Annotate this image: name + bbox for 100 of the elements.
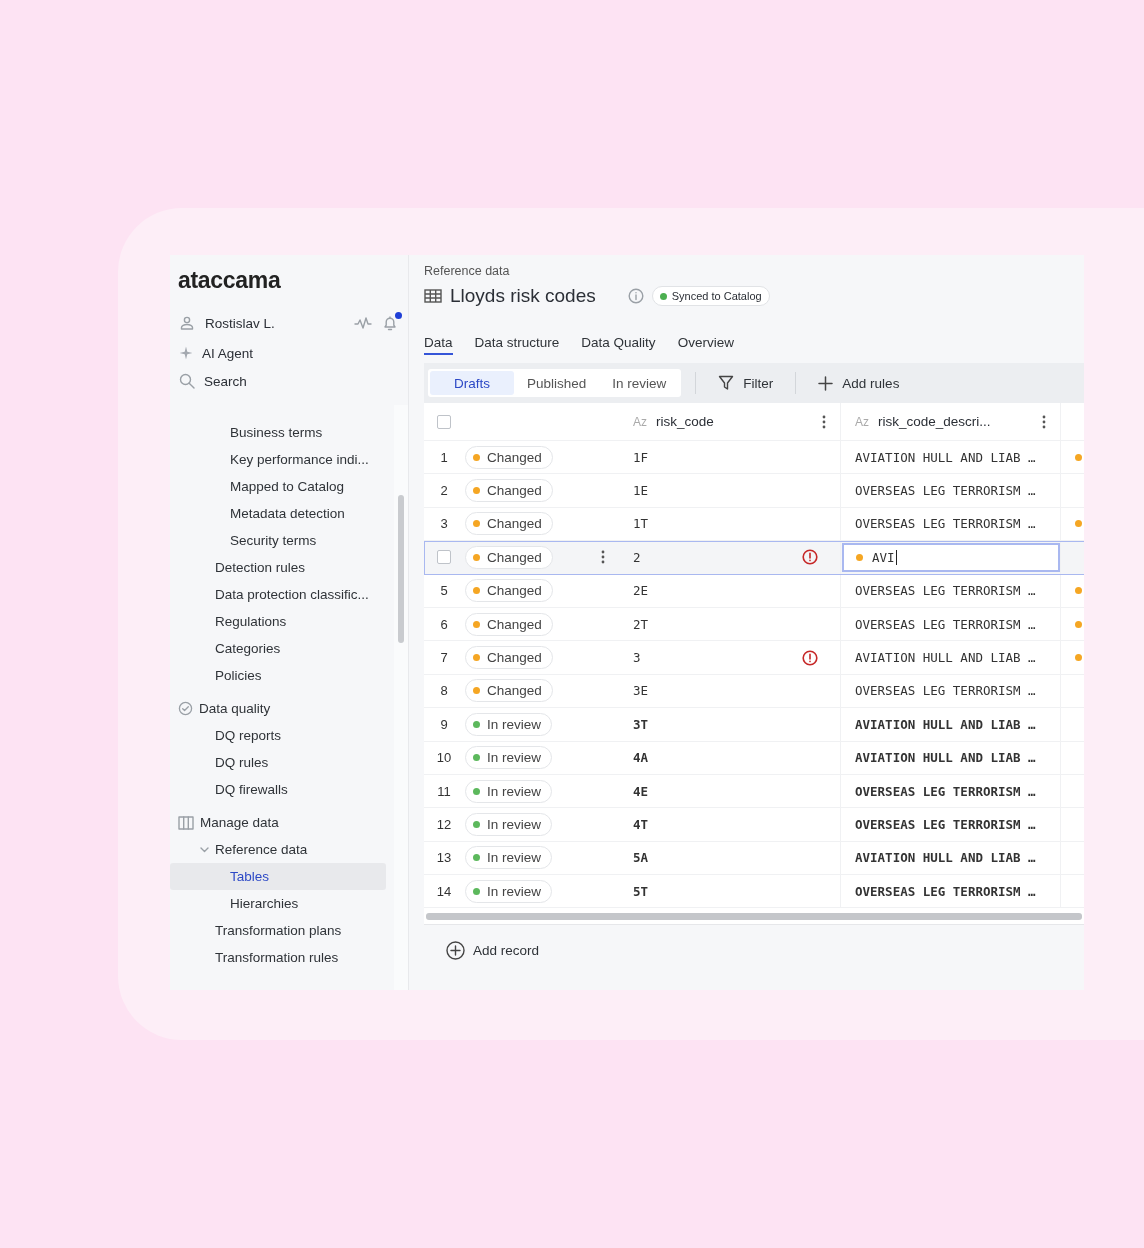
notifications-icon xyxy=(382,314,398,332)
add-record-button[interactable]: Add record xyxy=(446,940,540,960)
row-number: 7 xyxy=(440,650,448,666)
status-tag: Changed xyxy=(465,579,553,603)
table-cell: 1F xyxy=(633,449,649,465)
table-row[interactable]: 5 Changed 2E OVERSEAS LEG TERRORISM … xyxy=(424,574,1084,608)
table-cell: OVERSEAS LEG TERRORISM … xyxy=(855,616,1036,632)
sidebar-item[interactable]: DQ firewalls xyxy=(170,776,386,803)
table-cell: 4A xyxy=(633,750,649,766)
sidebar-item[interactable]: Data protection classific... xyxy=(170,581,386,608)
row-number: 3 xyxy=(440,516,448,532)
status-tag: Changed xyxy=(465,445,553,469)
more-icon xyxy=(1042,414,1046,429)
add-rules-button[interactable]: Add rules xyxy=(810,368,908,398)
row-number: 8 xyxy=(440,683,448,699)
sidebar-item[interactable]: Key performance indi... xyxy=(170,446,386,473)
row-number: 5 xyxy=(440,583,448,599)
nav-item[interactable]: AI Agent xyxy=(170,339,408,367)
user-name[interactable]: Rostislav L. xyxy=(205,315,344,331)
table-cell: 1T xyxy=(633,516,649,532)
scrollbar[interactable] xyxy=(394,405,408,990)
column-header[interactable]: risk_code xyxy=(656,414,822,429)
nav-label: Search xyxy=(204,373,247,389)
row-number: 9 xyxy=(440,716,448,732)
sidebar-item[interactable]: DQ rules xyxy=(170,749,386,776)
status-tag: In review xyxy=(465,879,553,903)
scrollbar-thumb[interactable] xyxy=(398,495,404,643)
status-tag: Changed xyxy=(465,479,553,503)
add-circle-icon xyxy=(446,940,465,960)
table-cell: 3T xyxy=(633,716,649,732)
tab[interactable]: Data Quality xyxy=(581,331,656,355)
table-row[interactable]: 7 Changed 3 AVIATION HULL AND LIAB … xyxy=(424,641,1084,675)
sidebar-item[interactable]: Transformation plans xyxy=(170,917,386,944)
table-cell: 4E xyxy=(633,783,649,799)
table-row[interactable]: 6 Changed 2T OVERSEAS LEG TERRORISM … xyxy=(424,607,1084,642)
table-row[interactable]: 2 Changed 1E OVERSEAS LEG TERRORISM … xyxy=(424,474,1084,508)
row-number: 12 xyxy=(436,817,452,832)
status-tag: In review xyxy=(465,746,553,770)
table-row[interactable]: 8 Changed 3E OVERSEAS LEG TERRORISM … xyxy=(424,674,1084,709)
checkbox[interactable] xyxy=(437,414,451,429)
info-icon xyxy=(627,288,644,304)
check-circle-icon xyxy=(178,701,193,716)
horizontal-scrollbar[interactable] xyxy=(426,912,1082,920)
segment-button[interactable]: In review xyxy=(599,371,680,395)
sidebar-item[interactable]: Tables xyxy=(170,863,386,890)
nav-item[interactable]: Search xyxy=(170,367,408,395)
table-cell: 1E xyxy=(633,483,649,499)
sidebar-item[interactable]: Reference data xyxy=(170,836,386,863)
table-row[interactable]: 1 Changed 1F AVIATION HULL AND LIAB … xyxy=(424,441,1084,475)
sidebar-item[interactable]: Policies xyxy=(170,662,386,689)
sidebar-item[interactable]: Mapped to Catalog xyxy=(170,473,386,500)
table-icon xyxy=(424,289,442,303)
table-cell: AVIATION HULL AND LIAB … xyxy=(855,650,1036,666)
table-cell: 5A xyxy=(633,850,649,866)
breadcrumb[interactable]: Reference data xyxy=(424,264,1084,278)
filter-button[interactable]: Filter xyxy=(710,368,782,398)
status-tag: Changed xyxy=(465,512,553,536)
sidebar-item[interactable]: Data quality xyxy=(170,695,386,722)
sidebar-item[interactable]: Manage data xyxy=(170,809,386,836)
type-label: Az xyxy=(633,414,647,429)
tab[interactable]: Data xyxy=(424,331,453,355)
segment-button[interactable]: Drafts xyxy=(430,371,514,395)
sidebar-item[interactable]: Metadata detection xyxy=(170,500,386,527)
checkbox[interactable] xyxy=(437,550,451,565)
table-cell: 3E xyxy=(633,683,649,699)
sidebar-item[interactable]: Regulations xyxy=(170,608,386,635)
column-header[interactable]: risk_code_descri... xyxy=(878,414,1042,429)
table-row[interactable]: 12 In review 4T OVERSEAS LEG TERRORISM … xyxy=(424,808,1084,842)
table-row[interactable]: Changed 2 AVI xyxy=(424,541,1084,575)
row-number: 1 xyxy=(440,449,448,465)
table-row[interactable]: 10 In review 4A AVIATION HULL AND LIAB … xyxy=(424,741,1084,775)
user-icon xyxy=(179,315,195,331)
tab[interactable]: Data structure xyxy=(474,331,560,355)
row-number: 10 xyxy=(436,750,452,766)
status-tag: In review xyxy=(465,779,553,803)
sidebar-item[interactable]: Security terms xyxy=(170,527,386,554)
search-icon xyxy=(179,373,195,389)
status-tag: Changed xyxy=(465,612,553,636)
tab[interactable]: Overview xyxy=(677,331,734,355)
table-row[interactable]: 9 In review 3T AVIATION HULL AND LIAB … xyxy=(424,708,1084,742)
more-icon xyxy=(601,550,605,565)
sidebar-item[interactable]: Hierarchies xyxy=(170,890,386,917)
table-cell: 2E xyxy=(633,583,649,599)
sidebar-item[interactable]: Business terms xyxy=(170,419,386,446)
sparkle-icon xyxy=(179,346,193,360)
table-row[interactable]: 11 In review 4E OVERSEAS LEG TERRORISM … xyxy=(424,774,1084,809)
segment-button[interactable]: Published xyxy=(514,371,600,395)
sidebar-item[interactable]: Categories xyxy=(170,635,386,662)
cell-input-field[interactable]: AVI xyxy=(842,542,1060,572)
table-cell: AVIATION HULL AND LIAB … xyxy=(855,850,1036,866)
status-tag: Changed xyxy=(465,679,553,703)
table-cell: OVERSEAS LEG TERRORISM … xyxy=(855,683,1036,699)
sidebar-item[interactable]: Detection rules xyxy=(170,554,386,581)
sync-badge: Synced to Catalog xyxy=(651,286,770,306)
sidebar-item[interactable]: DQ reports xyxy=(170,722,386,749)
sidebar-item[interactable]: Transformation rules xyxy=(170,944,386,971)
table-row[interactable]: 13 In review 5A AVIATION HULL AND LIAB … xyxy=(424,841,1084,876)
row-number: 11 xyxy=(437,783,451,799)
filter-icon xyxy=(718,375,735,391)
table-cell: OVERSEAS LEG TERRORISM … xyxy=(855,516,1036,532)
